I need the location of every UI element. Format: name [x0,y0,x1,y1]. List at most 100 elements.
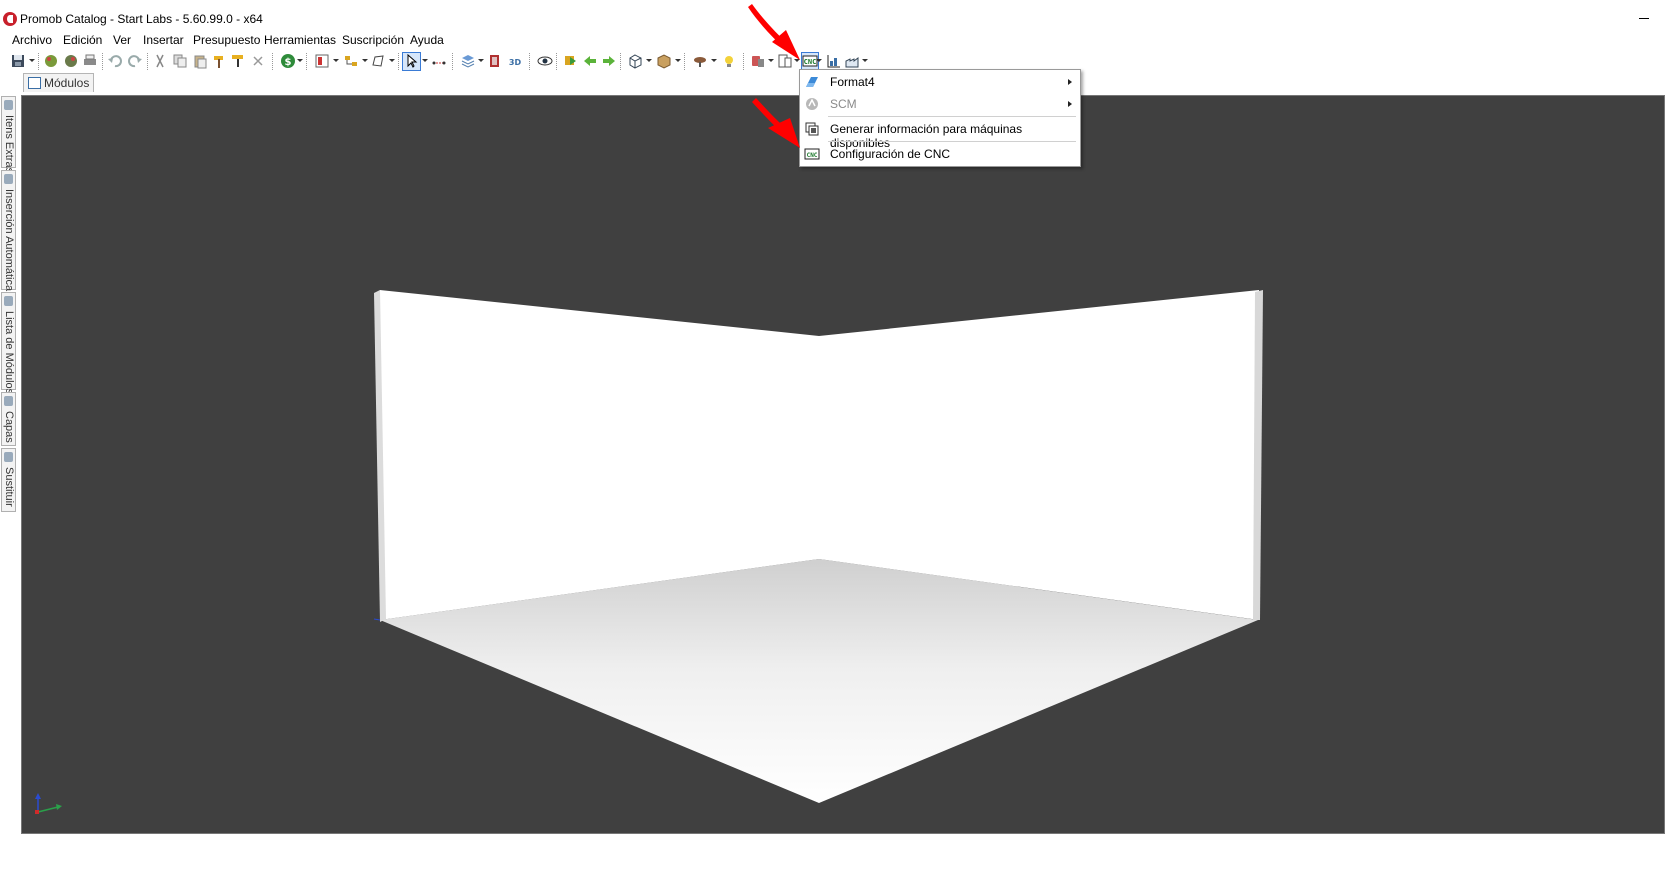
minimize-button[interactable] [1635,11,1653,25]
cube-view-icon[interactable] [627,53,643,69]
toolbar-separator [102,53,103,70]
structure-dropdown-arrow[interactable] [362,59,368,62]
submenu-arrow-icon [1068,79,1072,85]
factory-dropdown-arrow[interactable] [862,59,868,62]
plugin-icon[interactable] [750,53,766,69]
menu-item-format4[interactable]: Format4 [800,71,1080,93]
print-icon[interactable] [82,53,98,69]
paste-icon[interactable] [192,53,208,69]
side-tab-label: Itens Extras [3,115,15,174]
lamp-dropdown-arrow[interactable] [711,59,717,62]
render-settings-icon[interactable] [63,53,79,69]
menu-presupuesto[interactable]: Presupuesto [191,33,262,47]
delete-icon[interactable] [250,53,266,69]
paint-roller-icon[interactable] [230,53,246,69]
box-dropdown-arrow[interactable] [675,59,681,62]
cnc-config-icon: CNC [804,146,820,162]
rotate-view-icon[interactable] [562,53,578,69]
tab-modulos-label: Módulos [44,76,90,90]
3d-view-icon[interactable]: 3D [507,53,523,69]
plugin-dropdown-arrow[interactable] [768,59,774,62]
shape-icon[interactable] [370,53,386,69]
hammer-icon[interactable] [211,53,227,69]
report-dropdown-arrow[interactable] [794,59,800,62]
toolbar-separator [398,53,399,70]
replace-icon [4,452,13,462]
box-icon[interactable] [656,53,672,69]
menu-item-label: Configuración de CNC [830,147,951,161]
side-tab-sustituir[interactable]: Sustituir [1,448,16,512]
toolbar-separator [147,53,148,70]
side-tab-label: Inserción Automática [3,189,15,292]
select-pointer-icon[interactable] [402,52,421,71]
layers-icon [4,396,13,406]
paperclip-icon [4,100,13,110]
room-scene [35,290,1263,814]
copy-icon[interactable] [172,53,188,69]
layout-icon[interactable] [314,53,330,69]
save-icon[interactable] [10,53,26,69]
menu-archivo[interactable]: Archivo [10,33,54,47]
toolbar-separator [743,53,744,70]
light-bulb-icon[interactable] [721,53,737,69]
cube-view-dropdown-arrow[interactable] [646,59,652,62]
save-dropdown-arrow[interactable] [29,59,35,62]
view-eye-icon[interactable] [537,53,553,69]
menu-bar: Archivo Edición Ver Insertar Presupuesto… [0,31,1667,49]
window-title: Promob Catalog - Start Labs - 5.60.99.0 … [20,12,263,26]
lamp-icon[interactable] [692,53,708,69]
shape-dropdown-arrow[interactable] [389,59,395,62]
title-bar: Promob Catalog - Start Labs - 5.60.99.0 … [0,8,1667,30]
modules-tab-icon [28,77,41,89]
budget-dropdown-arrow[interactable] [297,59,303,62]
redo-icon[interactable] [127,53,143,69]
tab-modulos[interactable]: Módulos [23,73,95,92]
side-tab-insercion-automatica[interactable]: Inserción Automática [1,170,16,292]
menu-item-configuracion-cnc[interactable]: CNC Configuración de CNC [800,143,1080,165]
submenu-arrow-icon [1068,101,1072,107]
side-tab-capas[interactable]: Capas [1,392,16,446]
side-tab-lista-de-modulos[interactable]: Lista de Módulos [1,292,16,394]
menu-suscripcion[interactable]: Suscripción [340,33,406,47]
render-icon[interactable] [43,53,59,69]
layers-icon[interactable] [460,53,476,69]
menu-item-generar-informacion[interactable]: Generar información para máquinas dispon… [800,118,1080,150]
cut-icon[interactable] [152,53,168,69]
arrow-left-icon[interactable] [582,53,598,69]
toolbar-separator [529,53,530,70]
module-list-icon [4,296,13,306]
menu-ayuda[interactable]: Ayuda [408,33,446,47]
promob-logo-icon [3,12,17,26]
measure-icon[interactable] [431,53,447,69]
layers-dropdown-arrow[interactable] [478,59,484,62]
factory-icon[interactable] [845,53,861,69]
budget-icon[interactable]: $ [280,53,296,69]
production-chart-icon[interactable] [826,53,842,69]
menu-insertar[interactable]: Insertar [141,33,186,47]
3d-label: 3D [509,58,522,67]
cnc-config-icon-label: CNC [807,152,818,159]
layout-dropdown-arrow[interactable] [333,59,339,62]
menu-ver[interactable]: Ver [111,33,133,47]
report-icon[interactable] [777,53,793,69]
menu-separator [828,141,1076,142]
menu-edicion[interactable]: Edición [61,33,104,47]
menu-item-label: Format4 [830,75,875,89]
side-tab-label: Capas [3,411,15,443]
cnc-dropdown-arrow[interactable] [816,59,822,62]
toolbar-separator [684,53,685,70]
toolbar-separator [272,53,273,70]
menu-item-scm[interactable]: SCM [800,93,1080,115]
undo-icon[interactable] [107,53,123,69]
menu-herramientas[interactable]: Herramientas [262,33,338,47]
scm-icon [804,96,820,112]
arrow-right-icon[interactable] [601,53,617,69]
dimensions-icon[interactable] [487,53,503,69]
3d-viewport[interactable] [21,95,1665,834]
side-tab-itens-extras[interactable]: Itens Extras [1,96,16,173]
menu-item-label: SCM [830,97,857,111]
select-dropdown-arrow[interactable] [422,59,428,62]
format4-icon [804,74,820,90]
structure-icon[interactable] [343,53,359,69]
side-panel: Itens Extras Inserción Automática Lista … [0,96,17,516]
